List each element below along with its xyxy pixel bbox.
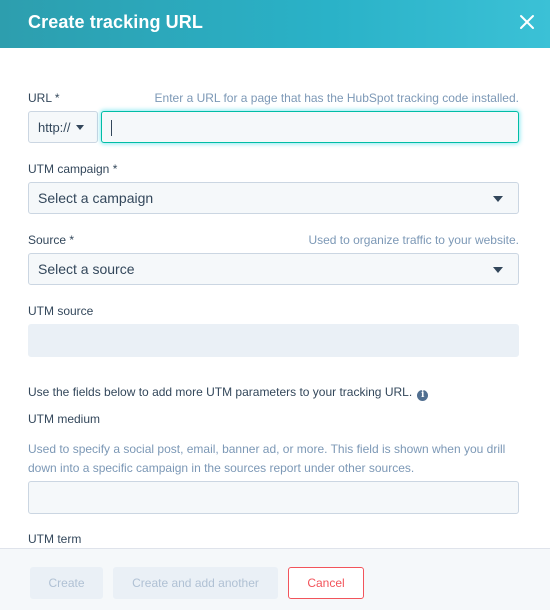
source-hint: Used to organize traffic to your website… — [308, 233, 519, 247]
source-label: Source * — [28, 233, 75, 247]
info-icon[interactable]: i — [417, 389, 429, 401]
source-value: Select a source — [38, 261, 135, 277]
url-input[interactable] — [101, 111, 519, 143]
url-hint: Enter a URL for a page that has the HubS… — [154, 91, 519, 105]
source-select[interactable]: Select a source — [28, 253, 519, 285]
url-label: URL * — [28, 91, 60, 105]
create-button[interactable]: Create — [30, 567, 103, 599]
modal-title: Create tracking URL — [28, 12, 203, 32]
text-cursor — [111, 120, 112, 136]
utm-source-label: UTM source — [28, 304, 94, 318]
protocol-select[interactable]: http:// — [28, 111, 98, 143]
utm-medium-label: UTM medium — [28, 412, 101, 426]
utm-source-field — [28, 324, 519, 357]
modal-footer: Create Create and add another Cancel — [0, 548, 550, 610]
utm-campaign-value: Select a campaign — [38, 190, 154, 206]
close-button[interactable] — [514, 9, 540, 35]
close-icon — [520, 15, 534, 29]
utm-campaign-label: UTM campaign * — [28, 162, 118, 176]
more-params-label: Use the fields below to add more UTM par… — [28, 385, 413, 399]
utm-medium-field[interactable] — [28, 481, 519, 514]
utm-term-label: UTM term — [28, 532, 82, 546]
more-params-text: Use the fields below to add more UTM par… — [28, 385, 429, 401]
utm-campaign-select[interactable]: Select a campaign — [28, 182, 519, 214]
modal-header: Create tracking URL — [0, 0, 550, 48]
chevron-down-icon — [493, 267, 503, 273]
protocol-value: http:// — [38, 119, 71, 135]
chevron-down-icon — [75, 124, 84, 130]
create-and-add-another-button[interactable]: Create and add another — [113, 567, 278, 599]
cancel-button[interactable]: Cancel — [288, 567, 364, 599]
utm-medium-help: Used to specify a social post, email, ba… — [28, 442, 506, 475]
chevron-down-icon — [493, 196, 503, 202]
